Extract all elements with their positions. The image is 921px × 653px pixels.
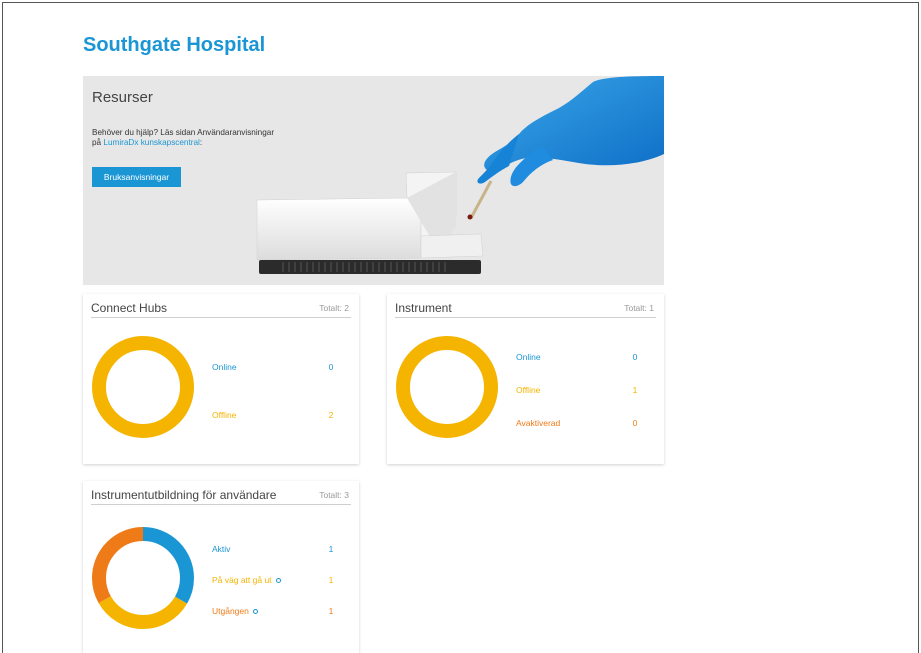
instrument-title: Instrument bbox=[395, 301, 452, 315]
instructions-button[interactable]: Bruksanvisningar bbox=[92, 167, 181, 187]
instrument-online-value: 0 bbox=[632, 352, 638, 362]
instrument-online-label[interactable]: Online bbox=[516, 352, 541, 362]
training-expired-label[interactable]: Utgången bbox=[212, 606, 258, 616]
training-active-value: 1 bbox=[328, 544, 334, 554]
user-training-title: Instrumentutbildning för användare bbox=[91, 488, 277, 502]
connect-hubs-total: Totalt: 2 bbox=[319, 303, 349, 313]
card-divider bbox=[91, 504, 351, 505]
training-expired-text: Utgången bbox=[212, 606, 249, 616]
card-divider bbox=[91, 317, 351, 318]
training-expired-value: 1 bbox=[328, 606, 334, 616]
knowledge-center-link[interactable]: LumiraDx kunskapscentral bbox=[103, 138, 199, 147]
training-expiring-label[interactable]: På väg att gå ut bbox=[212, 575, 281, 585]
info-icon[interactable] bbox=[275, 578, 281, 584]
connect-hubs-card: Connect Hubs Totalt: 2 Online 0 Offline … bbox=[83, 294, 359, 464]
hubs-offline-value: 2 bbox=[328, 410, 334, 420]
hubs-online-value: 0 bbox=[328, 362, 334, 372]
resources-panel: Resurser Behöver du hjälp? Läs sidan Anv… bbox=[83, 76, 664, 285]
user-training-donut-chart bbox=[92, 527, 194, 629]
page-title: Southgate Hospital bbox=[83, 34, 266, 56]
info-icon[interactable] bbox=[252, 609, 258, 615]
instrument-offline-value: 1 bbox=[632, 385, 638, 395]
training-expiring-text: På väg att gå ut bbox=[212, 575, 272, 585]
instrument-donut-chart bbox=[396, 336, 498, 438]
connect-hubs-donut-chart bbox=[92, 336, 194, 438]
card-divider bbox=[395, 317, 656, 318]
instrument-offline-label[interactable]: Offline bbox=[516, 385, 540, 395]
user-training-total: Totalt: 3 bbox=[319, 490, 349, 500]
instrument-card: Instrument Totalt: 1 Online 0 Offline 1 … bbox=[387, 294, 664, 464]
instrument-deactivated-value: 0 bbox=[632, 418, 638, 428]
user-training-card: Instrumentutbildning för användare Total… bbox=[83, 481, 359, 653]
help-prefix: på bbox=[92, 138, 104, 147]
hubs-offline-label[interactable]: Offline bbox=[212, 410, 236, 420]
connect-hubs-title: Connect Hubs bbox=[91, 301, 168, 315]
training-expiring-value: 1 bbox=[328, 575, 334, 585]
training-active-label[interactable]: Aktiv bbox=[212, 544, 230, 554]
hubs-online-label[interactable]: Online bbox=[212, 362, 237, 372]
instrument-deactivated-label[interactable]: Avaktiverad bbox=[516, 418, 560, 428]
instrument-total: Totalt: 1 bbox=[624, 303, 654, 313]
instrument-illustration bbox=[256, 76, 664, 274]
resources-title: Resurser bbox=[92, 89, 153, 106]
help-suffix: : bbox=[199, 138, 203, 147]
